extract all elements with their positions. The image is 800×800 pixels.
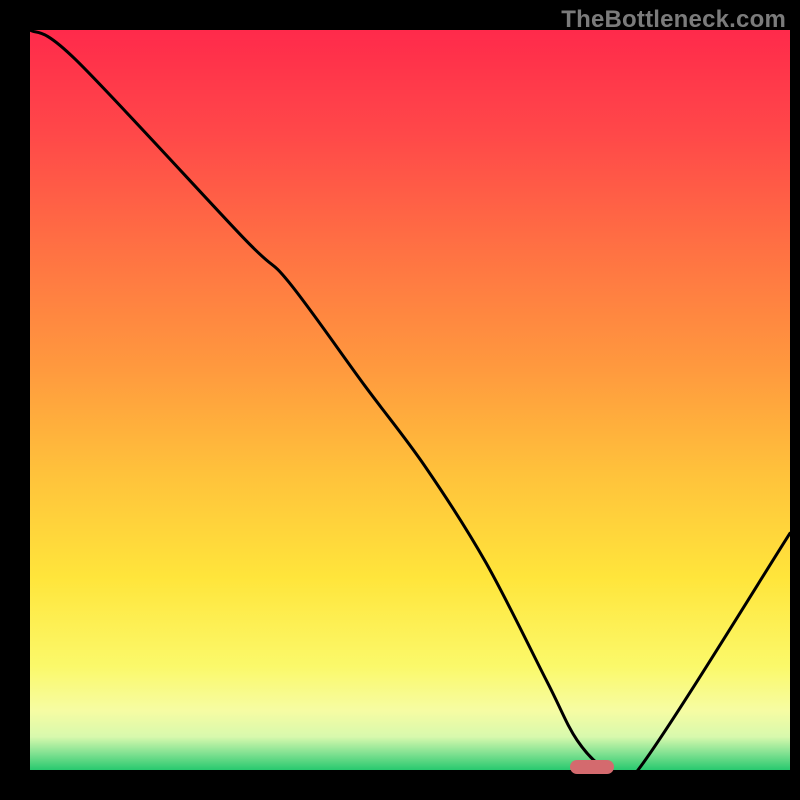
chart-frame: TheBottleneck.com	[0, 0, 800, 800]
chart-gradient-area	[30, 30, 790, 770]
watermark-text: TheBottleneck.com	[561, 6, 786, 34]
optimal-marker	[570, 760, 614, 774]
bottleneck-chart	[0, 0, 800, 800]
